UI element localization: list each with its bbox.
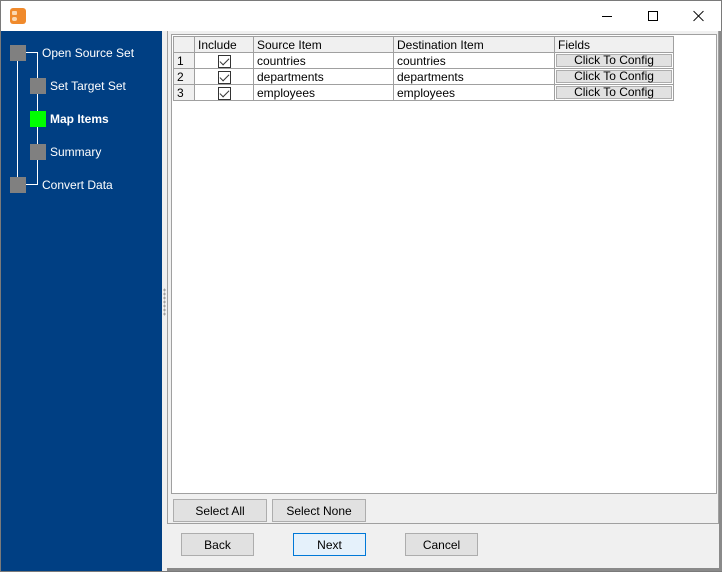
step-convert-data: Convert Data — [42, 178, 113, 192]
back-button[interactable]: Back — [181, 533, 254, 556]
tree-line-outer — [17, 60, 18, 184]
config-fields-button[interactable]: Click To Config — [556, 70, 672, 83]
header-include[interactable]: Include — [194, 36, 254, 53]
maximize-icon — [648, 11, 658, 21]
table-header-row: Include Source Item Destination Item Fie… — [173, 36, 674, 53]
include-checkbox[interactable] — [217, 54, 231, 68]
include-checkbox[interactable] — [217, 70, 231, 84]
mapping-grid: Include Source Item Destination Item Fie… — [171, 34, 717, 494]
source-item-cell[interactable]: countries — [253, 52, 394, 69]
table-row: 1 countries countries Click To Config — [173, 52, 674, 69]
include-cell — [194, 84, 254, 101]
source-item-cell[interactable]: departments — [253, 68, 394, 85]
row-number[interactable]: 2 — [173, 68, 195, 85]
config-fields-button[interactable]: Click To Config — [556, 86, 672, 99]
close-icon — [693, 10, 705, 22]
step-summary: Summary — [50, 145, 102, 159]
step-status-icon — [10, 177, 26, 193]
step-status-icon — [30, 78, 46, 94]
step-active-icon — [30, 111, 46, 127]
step-set-target-set: Set Target Set — [50, 79, 126, 93]
table-row: 2 departments departments Click To Confi… — [173, 68, 674, 85]
cancel-button[interactable]: Cancel — [405, 533, 478, 556]
header-fields[interactable]: Fields — [554, 36, 674, 53]
tree-line-bottom — [26, 184, 38, 185]
row-number[interactable]: 3 — [173, 84, 195, 101]
destination-item-cell[interactable]: countries — [393, 52, 555, 69]
step-status-icon — [30, 144, 46, 160]
wizard-window: Open Source Set Set Target Set Map Items… — [0, 0, 722, 572]
fields-cell: Click To Config — [554, 68, 674, 85]
select-all-button[interactable]: Select All — [173, 499, 267, 522]
destination-item-cell[interactable]: employees — [393, 84, 555, 101]
mapping-table: Include Source Item Destination Item Fie… — [173, 36, 674, 101]
include-checkbox[interactable] — [217, 86, 231, 100]
destination-item-cell[interactable]: departments — [393, 68, 555, 85]
fields-cell: Click To Config — [554, 84, 674, 101]
select-none-button[interactable]: Select None — [272, 499, 366, 522]
next-button[interactable]: Next — [293, 533, 366, 556]
minimize-button[interactable] — [584, 1, 630, 31]
mapping-panel: Include Source Item Destination Item Fie… — [167, 31, 719, 524]
step-map-items: Map Items — [50, 112, 109, 126]
main-content: Include Source Item Destination Item Fie… — [167, 31, 722, 571]
app-icon — [10, 8, 26, 24]
wizard-steps-sidebar: Open Source Set Set Target Set Map Items… — [1, 31, 162, 571]
step-open-source-set: Open Source Set — [42, 46, 135, 60]
table-row: 3 employees employees Click To Config — [173, 84, 674, 101]
header-corner — [173, 36, 195, 53]
header-destination-item[interactable]: Destination Item — [393, 36, 555, 53]
title-bar — [1, 1, 721, 31]
source-item-cell[interactable]: employees — [253, 84, 394, 101]
close-button[interactable] — [676, 1, 722, 31]
grip-icon — [163, 288, 166, 316]
header-source-item[interactable]: Source Item — [253, 36, 394, 53]
config-fields-button[interactable]: Click To Config — [556, 54, 672, 67]
row-number[interactable]: 1 — [173, 52, 195, 69]
fields-cell: Click To Config — [554, 52, 674, 69]
step-status-icon — [10, 45, 26, 61]
minimize-icon — [602, 15, 612, 17]
include-cell — [194, 52, 254, 69]
include-cell — [194, 68, 254, 85]
maximize-button[interactable] — [630, 1, 676, 31]
